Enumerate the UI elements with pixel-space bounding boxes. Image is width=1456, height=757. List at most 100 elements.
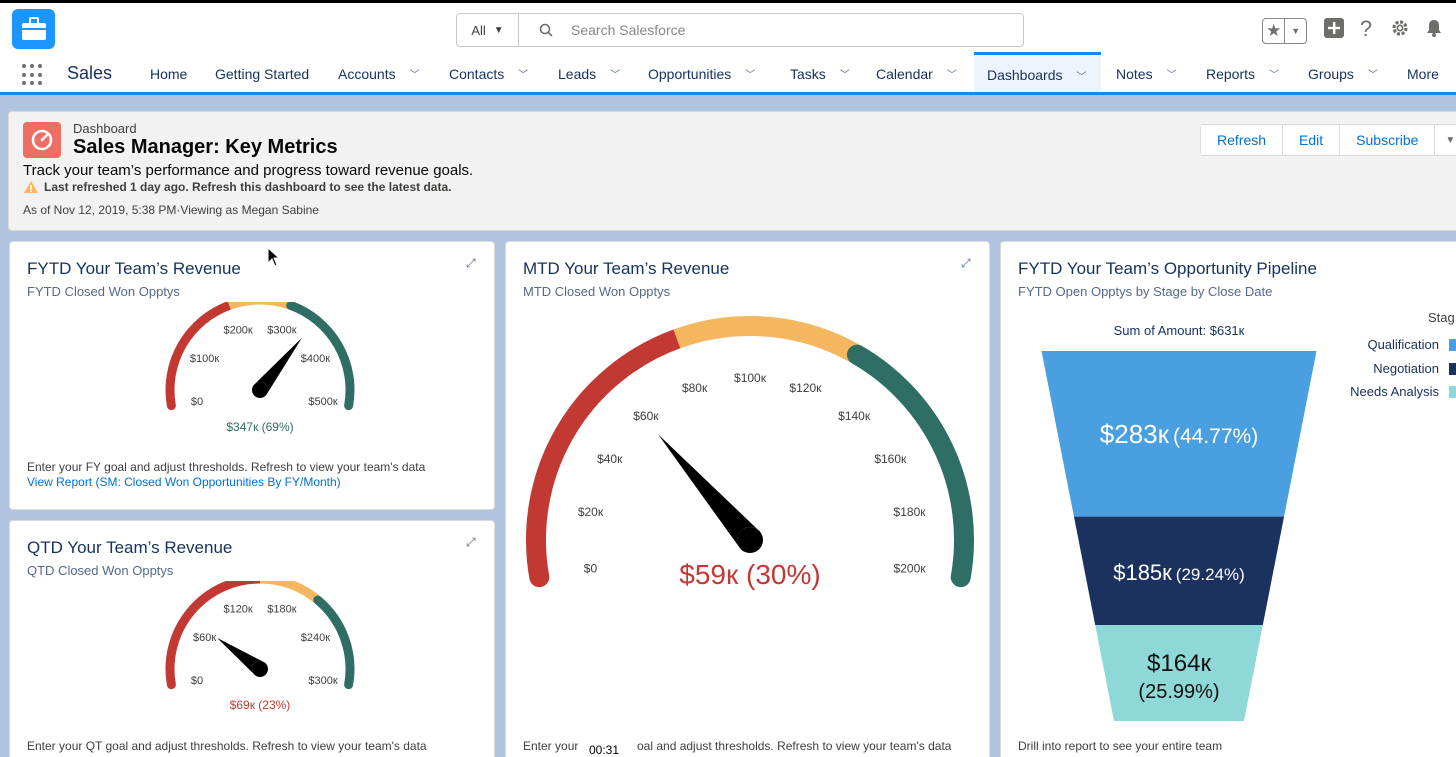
global-actions-button[interactable] [1323,17,1345,39]
gauge-tick-label: $160к [874,452,907,466]
nav-item-label: Contacts [449,65,505,82]
nav-item-groups[interactable]: Groups ﹀ [1308,55,1378,92]
caret-down-icon: ▼ [1445,134,1456,146]
search-icon [539,23,553,37]
legend-item-qualification[interactable]: Qualification [1319,337,1439,352]
card-title: FYTD Your Team’s Opportunity Pipeline [1018,259,1317,278]
legend-item-needs-analysis[interactable]: Needs Analysis [1319,384,1439,399]
gauge-value-label: $69к (23%) [230,698,291,712]
warning-icon [24,181,38,193]
nav-item-opportunities[interactable]: Opportunities ﹀ [648,55,755,92]
view-report-link[interactable]: View Report (SM: Closed Won Opportunitie… [27,475,341,489]
nav-item-reports[interactable]: Reports ﹀ [1206,55,1279,92]
chevron-down-icon[interactable]: ﹀ [947,66,957,81]
chevron-down-icon[interactable]: ﹀ [840,66,850,81]
nav-item-notes[interactable]: Notes ﹀ [1116,55,1177,92]
gauge-tick-label: $300к [308,675,337,687]
chevron-down-icon[interactable]: ﹀ [410,66,420,81]
card-title: MTD Your Team’s Revenue [523,259,730,278]
gauge-tick-label: $120к [223,604,252,616]
card-subtitle: FYTD Closed Won Opptys [27,284,180,299]
chevron-down-icon[interactable]: ﹀ [1368,66,1378,81]
nav-item-dashboards[interactable]: Dashboards ﹀ [974,52,1101,92]
nav-item-leads[interactable]: Leads ﹀ [558,55,620,92]
gauge-needle-hub [737,527,763,553]
nav-item-label: Reports [1206,65,1256,82]
chevron-down-icon[interactable]: ﹀ [610,66,620,81]
gauge-tick-label: $500к [308,396,337,408]
gauge-tick-label: $60к [193,632,216,644]
card-subtitle: FYTD Open Opptys by Stage by Close Date [1018,284,1273,299]
briefcase-icon [21,17,46,40]
more-actions-button[interactable]: ▼ [1435,125,1456,155]
legend-item-negotiation[interactable]: Negotiation [1319,361,1439,376]
nav-item-label: Leads [558,65,597,82]
chevron-down-icon[interactable]: ﹀ [1269,66,1279,81]
chevron-down-icon[interactable]: ﹀ [1077,68,1087,83]
gauge-needle-hub [252,661,268,677]
favorites-button[interactable]: ★ ▼ [1262,18,1307,44]
qtd-revenue-card: QTD Your Team’s Revenue QTD Closed Won O… [9,520,495,757]
gauge-tick-label: $300к [267,325,296,337]
header-actions: Refresh Edit Subscribe ▼ [1200,124,1456,156]
nav-item-more[interactable]: More [1407,55,1439,92]
nav-item-label: Accounts [338,65,396,82]
help-button[interactable]: ? [1356,16,1376,41]
gauge-band-yellow [259,581,321,604]
gauge-tick-label: $180к [894,505,927,519]
card-footer-text: Enter your FY goal and adjust thresholds… [27,460,426,474]
app-launcher-icon[interactable] [22,64,44,86]
funnel-title: Sum of Amount: $631к [1114,323,1245,338]
bell-icon [1427,20,1441,37]
chevron-down-icon[interactable]: ﹀ [1167,66,1177,81]
refresh-button[interactable]: Refresh [1201,125,1284,155]
gauge-band-yellow [673,316,862,364]
card-footer-text-right: oal and adjust thresholds. Refresh to vi… [637,739,952,753]
gauge-band-yellow [227,302,293,310]
expand-icon[interactable]: ⤢ [466,535,480,549]
refresh-warning: Last refreshed 1 day ago. Refresh this d… [23,180,451,194]
nav-item-calendar[interactable]: Calendar ﹀ [876,55,957,92]
gauge-tick-label: $0 [191,396,203,408]
mtd-gauge-chart[interactable]: $0 $20к $40к $60к $80к $100к $120к $140к $160к $1… [506,302,990,602]
edit-button[interactable]: Edit [1283,125,1341,155]
setup-button[interactable] [1389,17,1411,39]
notifications-button[interactable] [1423,17,1445,39]
gauge-tick-label: $240к [301,632,330,644]
nav-item-label: Opportunities [648,65,732,82]
expand-icon[interactable]: ⤢ [961,256,975,270]
gauge-needle-hub [252,382,268,398]
search-scope-select[interactable]: All ▼ [457,14,519,46]
card-footer-text-left: Enter your [523,739,579,753]
nav-item-accounts[interactable]: Accounts ﹀ [338,55,420,92]
pipeline-funnel-chart[interactable]: Sum of Amount: $631к$283к (44.77%)$185к (2… [1001,312,1321,752]
chevron-down-icon[interactable]: ﹀ [745,66,755,81]
search-input[interactable] [571,22,971,38]
nav-item-label: Getting Started [215,65,310,82]
gauge-tick-label: $100к [190,353,219,365]
gauge-tick-label: $140к [838,409,871,423]
warning-text: Last refreshed 1 day ago. Refresh this d… [44,180,452,194]
gauge-band-green [847,344,974,588]
app-logo[interactable] [12,9,55,49]
card-footer-text: Drill into report to see your entire tea… [1018,739,1223,753]
nav-item-home[interactable]: Home [150,55,187,92]
subscribe-button[interactable]: Subscribe [1340,125,1436,155]
gear-icon [1392,20,1408,36]
page-title: Sales Manager: Key Metrics [73,136,338,158]
nav-item-label: Groups [1308,65,1354,82]
nav-item-contacts[interactable]: Contacts ﹀ [449,55,528,92]
qtd-gauge-chart[interactable]: $0 $60к $120к $180к $240к $300к $69к (23%) [10,581,495,751]
nav-item-label: More [1407,65,1439,82]
gauge-tick-label: $80к [682,381,708,395]
nav-item-label: Tasks [790,65,826,82]
star-icon: ★ [1263,19,1286,43]
gauge-tick-label: $0 [191,675,203,687]
funnel-segment-label: $164к [1147,650,1211,677]
gauge-tick-label: $100к [734,371,767,385]
expand-icon[interactable]: ⤢ [466,256,480,270]
nav-item-getting-started[interactable]: Getting Started [215,55,309,92]
nav-item-tasks[interactable]: Tasks ﹀ [790,55,850,92]
fytd-revenue-card: FYTD Your Team’s Revenue FYTD Closed Won… [9,241,495,510]
chevron-down-icon[interactable]: ﹀ [518,66,528,81]
